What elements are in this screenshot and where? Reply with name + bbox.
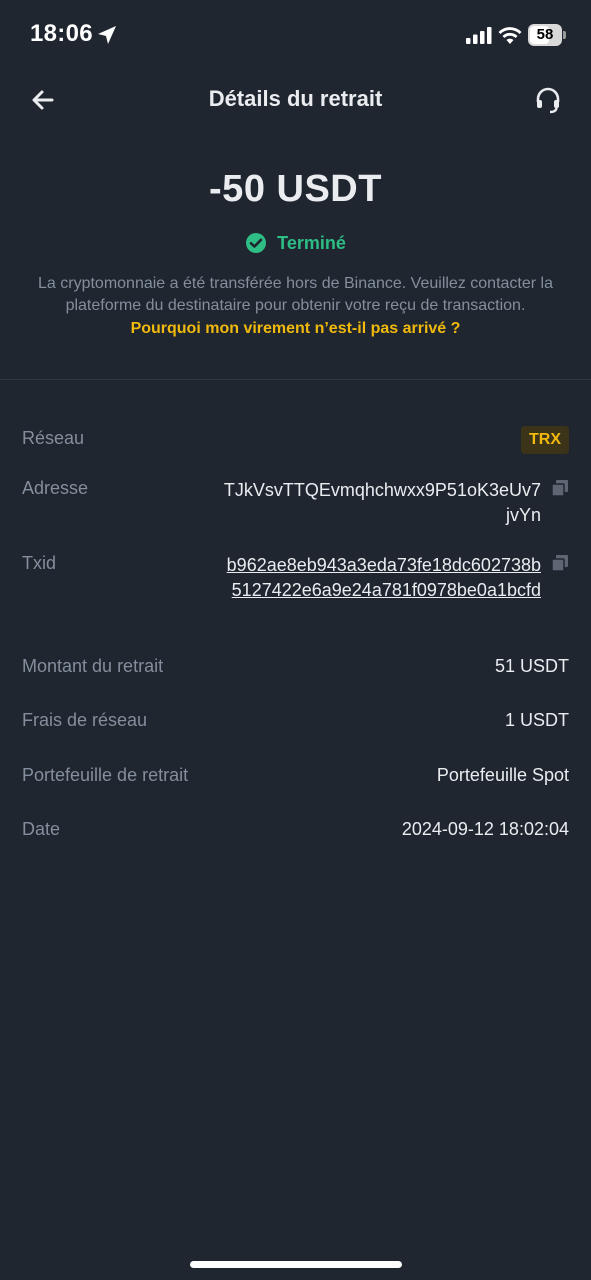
fee-label: Frais de réseau <box>22 710 148 730</box>
header: Détails du retrait <box>0 70 591 130</box>
location-arrow-icon <box>98 26 116 44</box>
wifi-icon <box>498 27 522 44</box>
headset-icon <box>536 87 560 114</box>
date-value: 2024-09-12 18:02:04 <box>401 819 569 839</box>
copy-address-icon[interactable] <box>551 479 569 497</box>
date-label: Date <box>22 819 61 839</box>
description-text: La cryptomonnaie a été transférée hors d… <box>38 275 553 314</box>
status-bar: 18:06 58 <box>0 0 591 70</box>
screen: 18:06 58 Détails du retrait -50 USDT Ter… <box>0 0 591 1280</box>
status-time: 18:06 <box>30 20 93 47</box>
withdrawal-amount: -50 USDT <box>209 168 382 210</box>
wallet-label: Portefeuille de retrait <box>22 765 189 785</box>
check-circle-icon <box>246 233 267 253</box>
wallet-value: Portefeuille Spot <box>436 765 569 785</box>
status-row: Terminé <box>0 232 591 254</box>
txid-label: Txid <box>22 553 57 573</box>
page-title: Détails du retrait <box>208 86 383 111</box>
txid-link[interactable]: b962ae8eb943a3eda73fe18dc602738b5127422e… <box>221 553 541 603</box>
support-button[interactable] <box>532 84 564 116</box>
signal-icon <box>466 27 492 44</box>
battery-level: 58 <box>536 26 554 43</box>
battery-icon: 58 <box>528 24 566 46</box>
status-label: Terminé <box>277 232 346 253</box>
address-value: TJkVsvTTQEvmqhchwxx9P51oK3eUv7jvYn <box>223 480 541 525</box>
amount-label: Montant du retrait <box>22 656 164 676</box>
divider <box>0 379 591 380</box>
copy-txid-icon[interactable] <box>551 554 569 572</box>
network-badge: TRX <box>521 426 569 454</box>
help-link[interactable]: Pourquoi mon virement n’est-il pas arriv… <box>0 320 591 338</box>
amount-value: 51 USDT <box>494 656 569 676</box>
home-indicator[interactable] <box>190 1261 402 1268</box>
fee-value: 1 USDT <box>504 710 569 730</box>
network-label: Réseau <box>22 428 85 448</box>
address-label: Adresse <box>22 478 89 498</box>
